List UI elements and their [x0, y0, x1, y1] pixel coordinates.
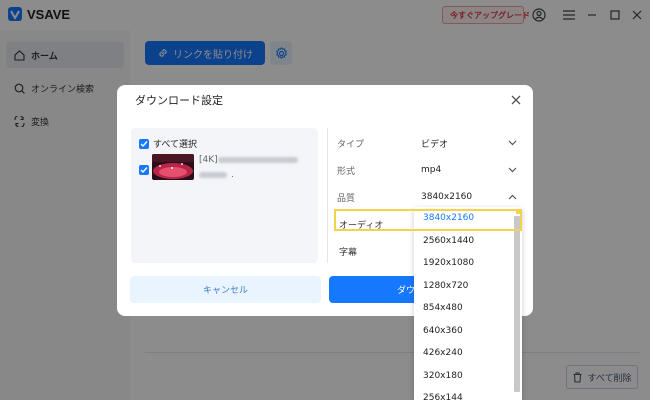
- quality-option[interactable]: 320x180: [414, 365, 512, 388]
- quality-option[interactable]: 426x240: [414, 342, 512, 365]
- dropdown-scrollbar[interactable]: [514, 216, 520, 392]
- video-thumbnail: [152, 154, 194, 180]
- chevron-down-icon: [508, 167, 517, 173]
- quality-dropdown-list: 3840x2160 2560x1440 1920x1080 1280x720 8…: [414, 207, 522, 400]
- checkmark-icon: [140, 141, 148, 148]
- format-select[interactable]: mp4: [415, 158, 523, 182]
- cancel-button[interactable]: キャンセル: [130, 276, 321, 303]
- close-icon[interactable]: [508, 92, 524, 108]
- blurred-title: [199, 172, 227, 178]
- video-title-suffix: .: [231, 170, 234, 180]
- download-label: ダウ: [396, 286, 415, 296]
- quality-option[interactable]: 256x144: [414, 387, 512, 400]
- type-label: タイプ: [337, 140, 365, 150]
- highlight-marker: [516, 209, 521, 214]
- download-button[interactable]: ダウ: [329, 276, 419, 303]
- type-select[interactable]: ビデオ: [415, 131, 523, 155]
- highlight-box: [334, 209, 522, 231]
- quality-label: 品質: [337, 194, 356, 204]
- type-value: ビデオ: [421, 139, 449, 150]
- chevron-up-icon: [508, 194, 517, 200]
- quality-option[interactable]: 640x360: [414, 320, 512, 343]
- quality-value: 3840x2160: [421, 192, 473, 202]
- blurred-title: [218, 157, 298, 163]
- cancel-label: キャンセル: [202, 286, 248, 296]
- video-resolution-tag: [4K]: [199, 155, 218, 165]
- chevron-down-icon: [508, 140, 517, 146]
- quality-select[interactable]: 3840x2160: [415, 185, 523, 209]
- subtitle-label: 字幕: [339, 248, 358, 258]
- quality-option[interactable]: 1280x720: [414, 275, 512, 298]
- format-label: 形式: [337, 167, 356, 177]
- select-all-label: すべて選択: [153, 140, 198, 150]
- select-all-checkbox[interactable]: [139, 139, 149, 149]
- dialog-divider: [327, 128, 328, 263]
- checkmark-icon: [140, 167, 148, 174]
- dialog-title: ダウンロード設定: [135, 94, 223, 107]
- video-item-checkbox[interactable]: [139, 165, 149, 175]
- quality-option[interactable]: 2560x1440: [414, 230, 512, 253]
- format-value: mp4: [421, 165, 442, 175]
- quality-option[interactable]: 854x480: [414, 297, 512, 320]
- quality-option[interactable]: 1920x1080: [414, 252, 512, 275]
